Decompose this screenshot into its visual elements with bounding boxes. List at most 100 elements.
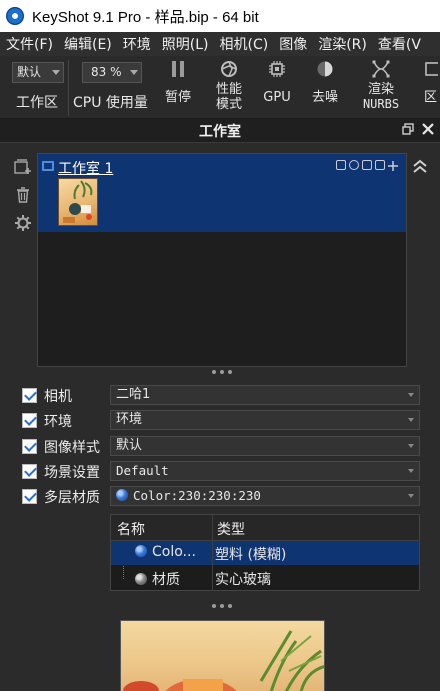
environment-dropdown-value: 环境 [116,412,143,427]
image-style-dropdown[interactable]: 默认 [110,436,420,456]
camera-dropdown[interactable]: 二哈1 [110,385,420,405]
workspace-select[interactable]: 默认 [12,62,64,83]
gpu-button[interactable]: GPU [262,60,292,105]
studio-side-toolbar [13,158,33,242]
render-nurbs-label-2: NURBS [362,97,400,111]
environment-link-icon[interactable] [349,160,359,170]
material-type: 实心玻璃 [215,572,271,588]
performance-mode-button[interactable]: 性能 模式 [211,60,247,112]
chevron-down-icon [130,70,138,75]
splitter-handle[interactable] [212,604,232,610]
render-nurbs-button[interactable]: 渲染 NURBS [358,60,404,112]
pause-button[interactable]: 暂停 [161,60,195,105]
denoise-button[interactable]: 去噪 [308,60,342,105]
chevron-down-icon [408,393,414,397]
column-divider [212,515,213,590]
studio-list: 工作室 1 [37,153,407,367]
performance-mode-label-2: 模式 [215,97,242,112]
trash-icon[interactable] [13,186,33,204]
render-nurbs-label-1: 渲染 [367,82,394,97]
menu-environment[interactable]: 环境 [117,34,156,54]
menu-lighting[interactable]: 照明(L) [156,34,214,54]
region-label: 区 [424,90,438,105]
menu-render[interactable]: 渲染(R) [312,34,372,54]
blue-sphere-icon [116,489,128,501]
multi-material-dropdown[interactable]: Color:230:230:230 [110,486,420,506]
camera-dropdown-value: 二哈1 [116,387,151,402]
performance-mode-label-1: 性能 [215,82,242,97]
material-type: 塑料 (模糊) [215,547,287,563]
panel-title: 工作室 [199,123,241,140]
denoise-icon [315,60,335,78]
cpu-usage-value: 83 % [91,65,122,79]
region-button[interactable]: 区 [420,60,440,105]
collapse-up-icon[interactable] [412,158,428,178]
chevron-down-icon [52,70,60,75]
scene-set-dropdown[interactable]: Default [110,461,420,481]
add-studio-icon[interactable] [13,158,33,176]
menu-bar: 文件(F) 编辑(E) 环境 照明(L) 相机(C) 图像 渲染(R) 查看(V [0,32,440,56]
chevron-down-icon [408,444,414,448]
column-header-type[interactable]: 类型 [217,519,245,539]
table-header: 名称 类型 [111,515,419,541]
environment-row: 环境 环境 [22,410,420,431]
studio-item[interactable]: 工作室 1 [38,154,406,232]
menu-view[interactable]: 查看(V [372,34,426,54]
image-style-link-icon[interactable] [362,160,372,170]
toolbar-divider [68,60,69,116]
performance-mode-icon [219,60,239,78]
image-style-row: 图像样式 默认 [22,436,420,457]
multi-material-table: 名称 类型 Colo... 塑料 (模糊) 材质 实心玻璃 [110,514,420,591]
studio-name[interactable]: 工作室 1 [58,158,113,178]
material-name: 材质 [152,572,180,588]
menu-image[interactable]: 图像 [273,34,312,54]
denoise-label: 去噪 [311,90,338,105]
nurbs-curve-icon [371,60,391,78]
column-header-name[interactable]: 名称 [117,519,145,539]
keyshot-logo-icon [6,7,24,25]
scene-set-checkbox[interactable] [22,464,37,479]
scene-set-row: 场景设置 Default [22,461,420,482]
table-row[interactable]: Colo... 塑料 (模糊) [111,541,419,565]
studio-camera-icon [42,161,54,171]
environment-checkbox[interactable] [22,413,37,428]
workspace-label: 工作区 [16,95,58,111]
window-title: KeyShot 9.1 Pro - 样品.bip - 64 bit [32,8,259,26]
environment-dropdown[interactable]: 环境 [110,410,420,430]
gear-icon[interactable] [13,214,33,232]
splitter-handle[interactable] [212,370,232,376]
table-row[interactable]: 材质 实心玻璃 [111,566,419,590]
studio-preview-image [120,620,325,691]
pin-icon[interactable] [388,160,398,171]
image-style-checkbox[interactable] [22,439,37,454]
main-toolbar: 默认 工作区 83 % CPU 使用量 暂停 性能 模式 GPU 去噪 渲染 N… [0,56,440,119]
environment-label: 环境 [44,414,72,430]
chevron-down-icon [408,418,414,422]
studio-thumbnail [58,178,98,226]
material-name: Colo... [152,544,196,560]
gpu-chip-icon [267,60,287,78]
multi-material-checkbox[interactable] [22,489,37,504]
cpu-usage-label: CPU 使用量 [73,95,148,111]
menu-camera[interactable]: 相机(C) [214,34,274,54]
close-icon[interactable] [422,123,434,139]
pause-label: 暂停 [164,90,191,105]
multi-material-dropdown-value: Color:230:230:230 [133,488,261,503]
menu-edit[interactable]: 编辑(E) [58,34,117,54]
pause-icon [168,60,188,78]
multi-material-row: 多层材质 Color:230:230:230 [22,486,420,507]
camera-row: 相机 二哈1 [22,385,420,406]
studio-panel-header: 工作室 [0,119,440,143]
multi-material-label: 多层材质 [44,490,100,506]
model-set-link-icon[interactable] [375,160,385,170]
camera-checkbox[interactable] [22,388,37,403]
cpu-usage-select[interactable]: 83 % [82,62,142,83]
chevron-down-icon [408,469,414,473]
image-style-dropdown-value: 默认 [116,438,143,453]
title-bar: KeyShot 9.1 Pro - 样品.bip - 64 bit [0,0,440,32]
menu-file[interactable]: 文件(F) [0,34,58,54]
camera-link-icon[interactable] [336,160,346,170]
gray-sphere-icon [135,573,147,585]
image-style-label: 图像样式 [44,440,100,456]
undock-icon[interactable] [402,123,414,139]
